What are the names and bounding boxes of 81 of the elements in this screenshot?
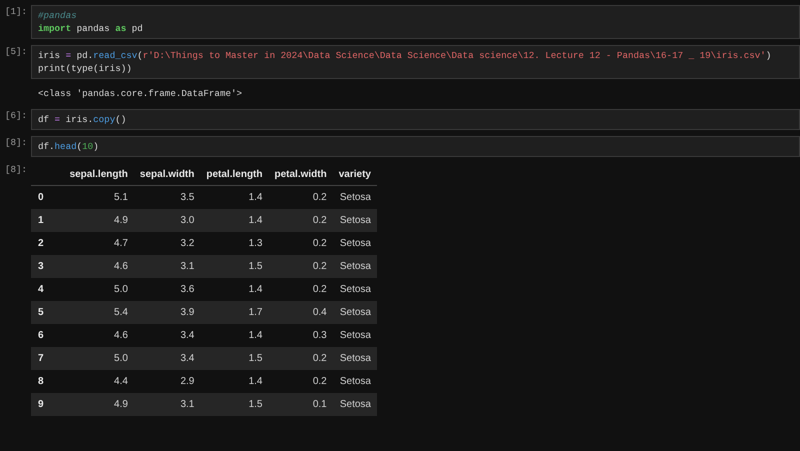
- table-cell: 4.7: [64, 232, 134, 255]
- table-cell: 5.1: [64, 186, 134, 209]
- table-cell: 1.5: [200, 392, 268, 416]
- execution-count: [1]:: [4, 5, 28, 19]
- table-cell: 1.4: [200, 324, 268, 347]
- code-line: #pandas: [38, 9, 77, 22]
- table-cell: 4.4: [64, 370, 134, 393]
- code-line: df.head(10): [38, 140, 99, 153]
- table-cell: 5.0: [64, 278, 134, 301]
- table-cell: 4.6: [64, 254, 134, 278]
- row-index: 6: [31, 324, 64, 347]
- table-cell: 4.9: [64, 392, 134, 416]
- table-cell: Setosa: [332, 392, 377, 416]
- table-cell: 1.4: [200, 278, 268, 301]
- code-line: print(type(iris)): [38, 62, 132, 75]
- table-cell: 5.0: [64, 346, 134, 370]
- table-cell: 3.2: [134, 232, 200, 255]
- row-index: 9: [31, 392, 64, 416]
- table-cell: 3.1: [134, 254, 200, 278]
- table-cell: 1.4: [200, 370, 268, 393]
- column-header: sepal.width: [134, 162, 200, 186]
- row-index: 0: [31, 186, 64, 209]
- table-cell: 2.9: [134, 370, 200, 393]
- table-cell: 0.3: [268, 324, 333, 347]
- execution-count: [8]:: [4, 162, 28, 177]
- row-index: 4: [31, 278, 64, 301]
- row-index: 3: [31, 254, 64, 278]
- column-header: sepal.length: [64, 162, 134, 186]
- table-cell: 0.2: [268, 278, 333, 301]
- table-cell: 0.2: [268, 346, 333, 370]
- code-cell[interactable]: #pandas import pandas as pd: [31, 5, 800, 39]
- execution-count: [8]:: [4, 136, 28, 150]
- table-cell: 3.4: [134, 346, 200, 370]
- table-cell: 0.2: [268, 186, 333, 209]
- table-cell: Setosa: [332, 186, 377, 209]
- table-cell: 1.3: [200, 232, 268, 255]
- table-cell: 1.4: [200, 186, 268, 209]
- table-cell: 0.2: [268, 232, 333, 255]
- row-index: 8: [31, 370, 64, 393]
- code-cell[interactable]: df = iris.copy(): [31, 108, 800, 130]
- row-index: 2: [31, 232, 64, 255]
- row-index: 1: [31, 208, 64, 232]
- table-cell: Setosa: [332, 232, 377, 255]
- table-cell: 3.0: [134, 208, 200, 232]
- table-cell: Setosa: [332, 254, 377, 278]
- table-cell: Setosa: [332, 278, 377, 301]
- table-cell: Setosa: [332, 346, 377, 370]
- table-cell: 1.5: [200, 346, 268, 370]
- table-cell: Setosa: [332, 208, 377, 232]
- table-cell: 0.4: [268, 300, 333, 324]
- table-cell: 0.1: [268, 392, 333, 416]
- table-cell: 4.6: [64, 324, 134, 347]
- code-line: iris = pd.read_csv(r'D:\Things to Master in 2024\Data Science\Data Science\Data science\12. Lecture 12 - Pandas\16-17 _ 19\iris.csv'): [38, 49, 772, 62]
- code-line: df = iris.copy(): [38, 112, 126, 126]
- table-cell: 0.2: [268, 254, 333, 278]
- column-header: petal.width: [268, 162, 333, 186]
- table-cell: 3.1: [134, 392, 200, 416]
- code-line: import pandas as pd: [38, 22, 143, 35]
- row-index: 7: [31, 346, 64, 370]
- table-cell: 1.4: [200, 208, 268, 232]
- table-cell: 0.2: [268, 208, 333, 232]
- code-cell[interactable]: iris = pd.read_csv(r'D:\Things to Master in 2024\Data Science\Data Science\Data science\12. Lecture 12 - Pandas\16-17 _ 19\iris.csv') print(type(iris)): [31, 45, 800, 79]
- code-cell[interactable]: df.head(10): [31, 136, 800, 157]
- table-cell: Setosa: [332, 370, 377, 393]
- table-cell: 5.4: [64, 300, 134, 324]
- table-cell: 3.4: [134, 324, 200, 347]
- table-cell: 3.9: [134, 300, 200, 324]
- table-cell: 1.7: [200, 300, 268, 324]
- table-cell: 1.5: [200, 254, 268, 278]
- column-header: variety: [332, 162, 377, 186]
- output-text: <class 'pandas.core.frame.DataFrame'>: [37, 87, 243, 101]
- row-index: 5: [31, 300, 64, 324]
- table-cell: 0.2: [268, 370, 333, 393]
- execution-count: [6]:: [4, 108, 28, 123]
- table-cell: Setosa: [332, 324, 377, 347]
- table-cell: Setosa: [332, 300, 377, 324]
- table-cell: 3.5: [134, 186, 200, 209]
- table-cell: 3.6: [134, 278, 200, 301]
- column-header: petal.length: [200, 162, 268, 186]
- execution-count: [5]:: [4, 45, 28, 59]
- table-cell: 4.9: [64, 208, 134, 232]
